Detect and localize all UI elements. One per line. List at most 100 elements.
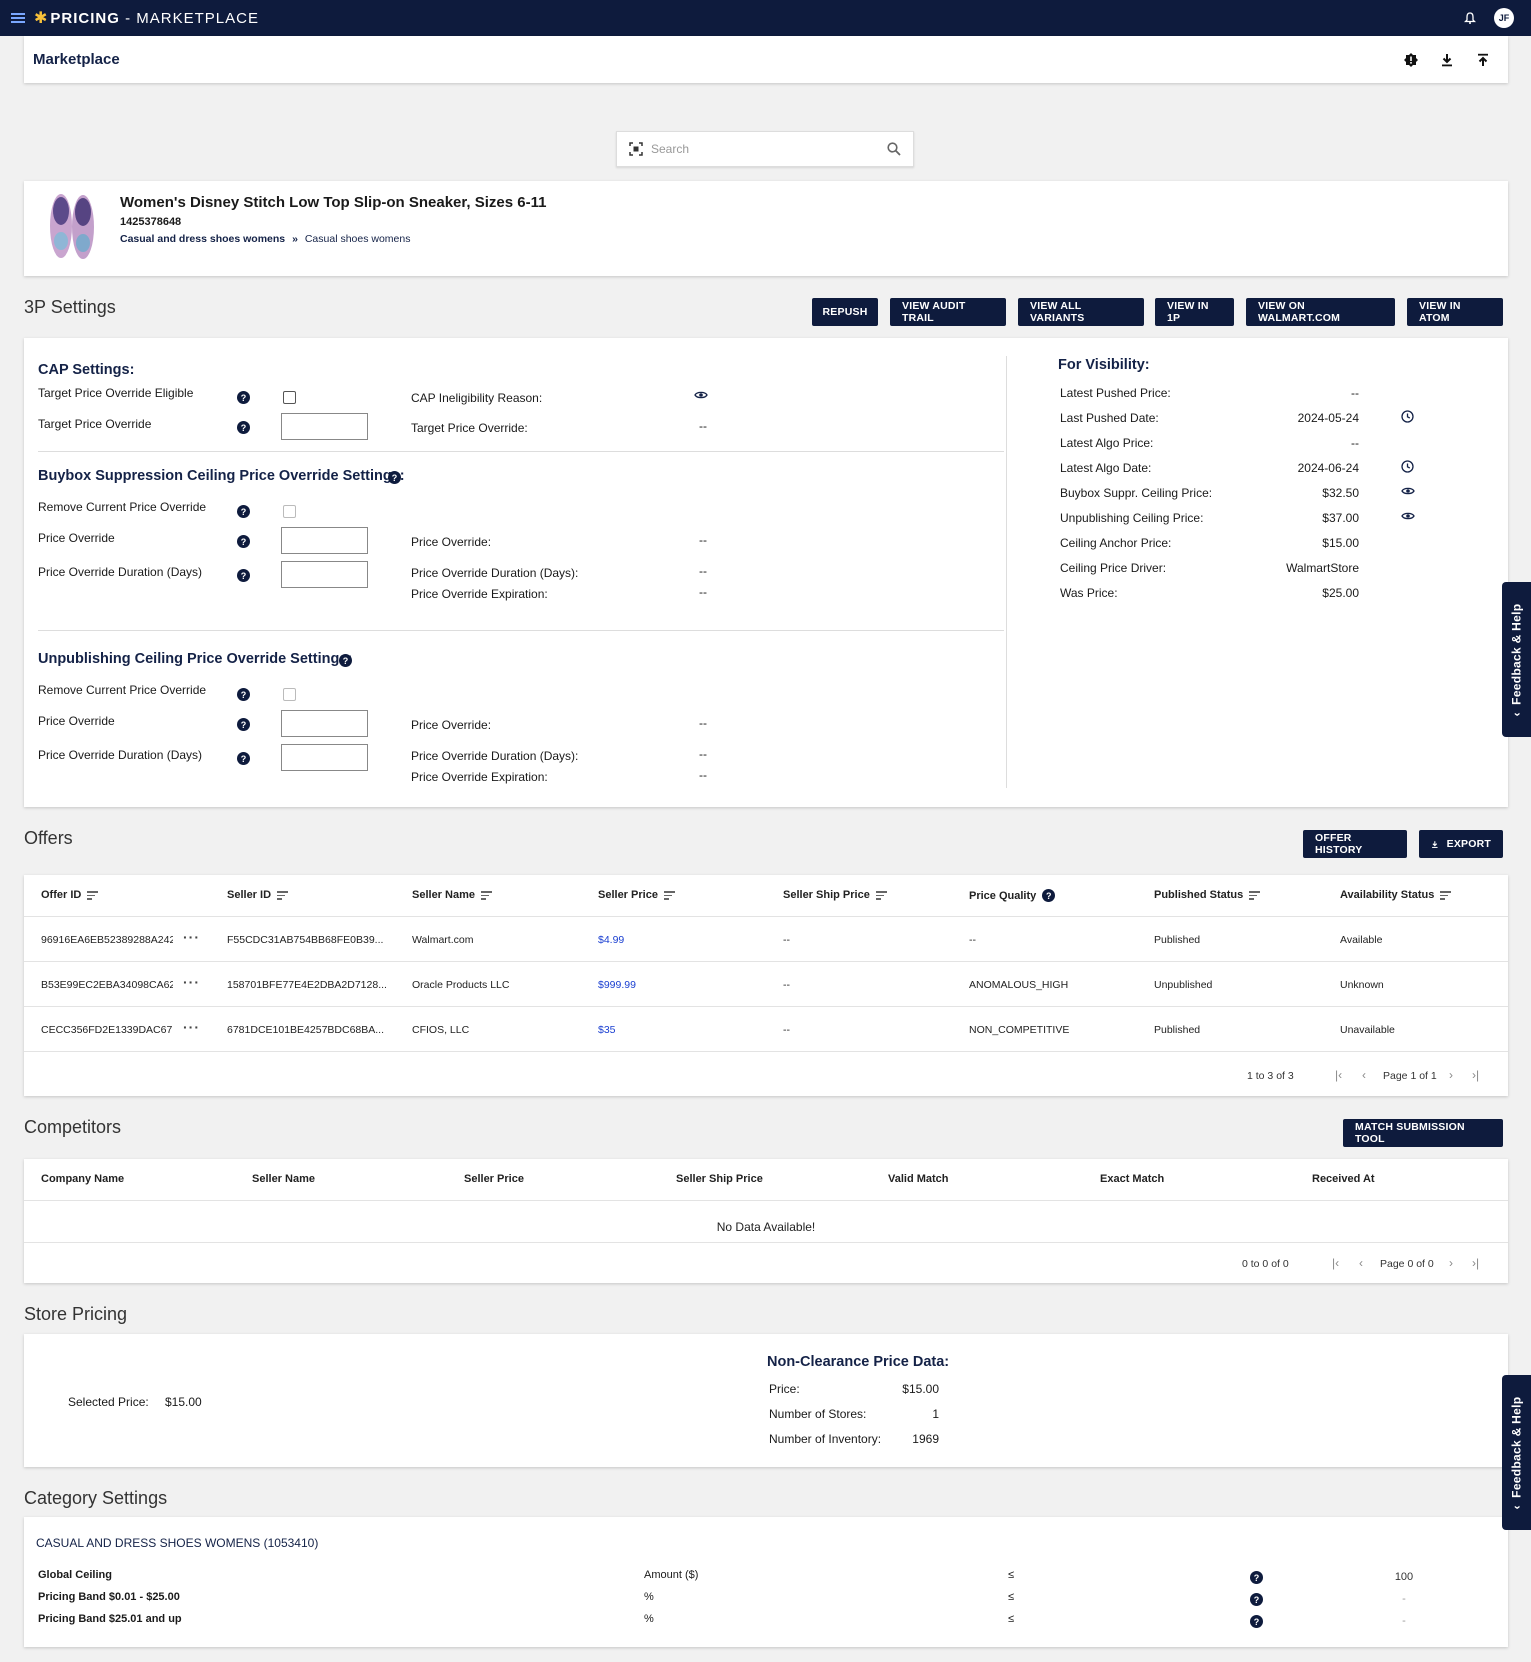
more-actions-icon[interactable]: ···: [183, 974, 200, 990]
target-eligible-checkbox[interactable]: [283, 391, 296, 404]
column-header[interactable]: Seller Price: [598, 889, 675, 902]
feedback-help-tab[interactable]: ‹ Feedback & Help: [1502, 1375, 1531, 1530]
breadcrumb: Casual and dress shoes womens » Casual s…: [120, 233, 410, 245]
category-row-value: 100: [1394, 1571, 1414, 1583]
prev-page-icon[interactable]: ‹: [1359, 1256, 1363, 1270]
divider: [24, 1006, 1508, 1007]
column-menu-icon[interactable]: [1440, 889, 1452, 902]
help-icon[interactable]: ?: [1042, 889, 1056, 902]
seller-price-link[interactable]: $4.99: [598, 934, 758, 946]
column-menu-icon[interactable]: [277, 889, 289, 902]
buybox-title-text: Buybox Suppression Ceiling Price Overrid…: [38, 468, 405, 484]
buybox-remove-checkbox[interactable]: [283, 505, 296, 518]
visibility-value: $37.00: [1322, 511, 1359, 525]
buybox-price-override-input[interactable]: [281, 527, 368, 554]
next-page-icon[interactable]: ›: [1449, 1256, 1453, 1270]
help-icon[interactable]: ?: [339, 654, 352, 667]
column-menu-icon[interactable]: [1249, 889, 1261, 902]
repush-button[interactable]: REPUSH: [812, 298, 878, 326]
history-clock-icon[interactable]: [1401, 410, 1414, 423]
unpublishing-price-override-input[interactable]: [281, 710, 368, 737]
upload-icon[interactable]: [1476, 53, 1490, 67]
export-label: EXPORT: [1446, 838, 1491, 850]
column-header[interactable]: Seller Name: [412, 889, 492, 902]
eye-icon[interactable]: [1401, 511, 1415, 521]
user-avatar[interactable]: JF: [1494, 8, 1514, 28]
table-cell: CECC356FD2E1339DAC67B: [41, 1024, 173, 1036]
help-icon[interactable]: ?: [388, 471, 401, 484]
help-icon[interactable]: ?: [237, 391, 250, 404]
last-page-icon[interactable]: ›|: [1472, 1068, 1479, 1082]
column-menu-icon[interactable]: [875, 889, 887, 902]
match-submission-tool-button[interactable]: MATCH SUBMISSION TOOL: [1343, 1119, 1503, 1147]
seller-price-link[interactable]: $999.99: [598, 979, 758, 991]
column-header: Seller Price: [464, 1173, 524, 1185]
prev-page-icon[interactable]: ‹: [1362, 1068, 1366, 1082]
unpublishing-remove-label: Remove Current Price Override: [38, 683, 207, 697]
column-header[interactable]: Offer ID: [41, 889, 99, 902]
column-menu-icon[interactable]: [87, 889, 99, 902]
download-icon[interactable]: [1440, 53, 1454, 67]
offer-history-button[interactable]: OFFER HISTORY: [1303, 830, 1407, 858]
offers-page: Page 1 of 1: [1383, 1070, 1437, 1082]
category-row-value: -: [1402, 1593, 1406, 1605]
help-icon[interactable]: ?: [1250, 1571, 1263, 1584]
store-pricing-panel: Selected Price: $15.00 Non-Clearance Pri…: [24, 1334, 1508, 1467]
feedback-help-tab[interactable]: ‹ Feedback & Help: [1502, 582, 1531, 737]
marketplace-header: Marketplace: [24, 36, 1508, 83]
help-icon[interactable]: ?: [237, 718, 250, 731]
column-header: Seller Ship Price: [676, 1173, 763, 1185]
column-header[interactable]: Seller ID: [227, 889, 289, 902]
export-button[interactable]: EXPORT: [1419, 830, 1503, 858]
last-page-icon[interactable]: ›|: [1472, 1256, 1479, 1270]
eye-icon[interactable]: [694, 390, 708, 400]
breadcrumb-child[interactable]: Casual shoes womens: [305, 233, 411, 245]
view-all-variants-button[interactable]: VIEW ALL VARIANTS: [1018, 298, 1144, 326]
target-override-input[interactable]: [281, 413, 368, 440]
help-icon[interactable]: ?: [1250, 1593, 1263, 1606]
search-icon[interactable]: [887, 142, 901, 156]
help-icon[interactable]: ?: [237, 421, 250, 434]
next-page-icon[interactable]: ›: [1449, 1068, 1453, 1082]
unpublishing-duration-input[interactable]: [281, 744, 368, 771]
help-icon[interactable]: ?: [237, 569, 250, 582]
help-icon[interactable]: ?: [1250, 1615, 1263, 1628]
column-header[interactable]: Price Quality?: [969, 889, 1056, 902]
column-menu-icon[interactable]: [480, 889, 492, 902]
search-input[interactable]: Search: [651, 142, 887, 156]
alert-badge-icon[interactable]: [1404, 52, 1418, 67]
app-brand: PRICING - MARKETPLACE: [50, 10, 259, 27]
unpublishing-settings-title: Unpublishing Ceiling Price Override Sett…: [38, 651, 352, 667]
column-menu-icon[interactable]: [663, 889, 675, 902]
buybox-duration-input[interactable]: [281, 561, 368, 588]
seller-price-link[interactable]: $35: [598, 1024, 758, 1036]
brand-strong: PRICING: [50, 9, 120, 27]
scan-icon[interactable]: [629, 142, 643, 156]
notification-bell-icon[interactable]: [1464, 12, 1476, 24]
view-audit-trail-button[interactable]: VIEW AUDIT TRAIL: [890, 298, 1006, 326]
view-in-atom-button[interactable]: VIEW IN ATOM: [1407, 298, 1503, 326]
column-header: Company Name: [41, 1173, 125, 1185]
first-page-icon[interactable]: |‹: [1335, 1068, 1342, 1082]
breadcrumb-parent[interactable]: Casual and dress shoes womens: [120, 233, 285, 245]
more-actions-icon[interactable]: ···: [183, 929, 200, 945]
view-on-walmart-button[interactable]: VIEW ON WALMART.COM: [1246, 298, 1395, 326]
history-clock-icon[interactable]: [1401, 460, 1414, 473]
hamburger-menu-icon[interactable]: [11, 11, 25, 25]
feedback-label: Feedback & Help: [1509, 1396, 1524, 1498]
column-header[interactable]: Published Status: [1154, 889, 1261, 902]
help-icon[interactable]: ?: [237, 535, 250, 548]
search-box[interactable]: Search: [616, 131, 914, 167]
unpublishing-remove-checkbox[interactable]: [283, 688, 296, 701]
eye-icon[interactable]: [1401, 486, 1415, 496]
cap-settings-title: CAP Settings:: [38, 362, 135, 378]
column-header[interactable]: Availability Status: [1340, 889, 1452, 902]
column-header[interactable]: Seller Ship Price: [783, 889, 887, 902]
more-actions-icon[interactable]: ···: [183, 1019, 200, 1035]
view-in-1p-button[interactable]: VIEW IN 1P: [1155, 298, 1234, 326]
help-icon[interactable]: ?: [237, 505, 250, 518]
first-page-icon[interactable]: |‹: [1332, 1256, 1339, 1270]
help-icon[interactable]: ?: [237, 752, 250, 765]
help-icon[interactable]: ?: [237, 688, 250, 701]
non-clearance-title: Non-Clearance Price Data:: [767, 1354, 950, 1370]
